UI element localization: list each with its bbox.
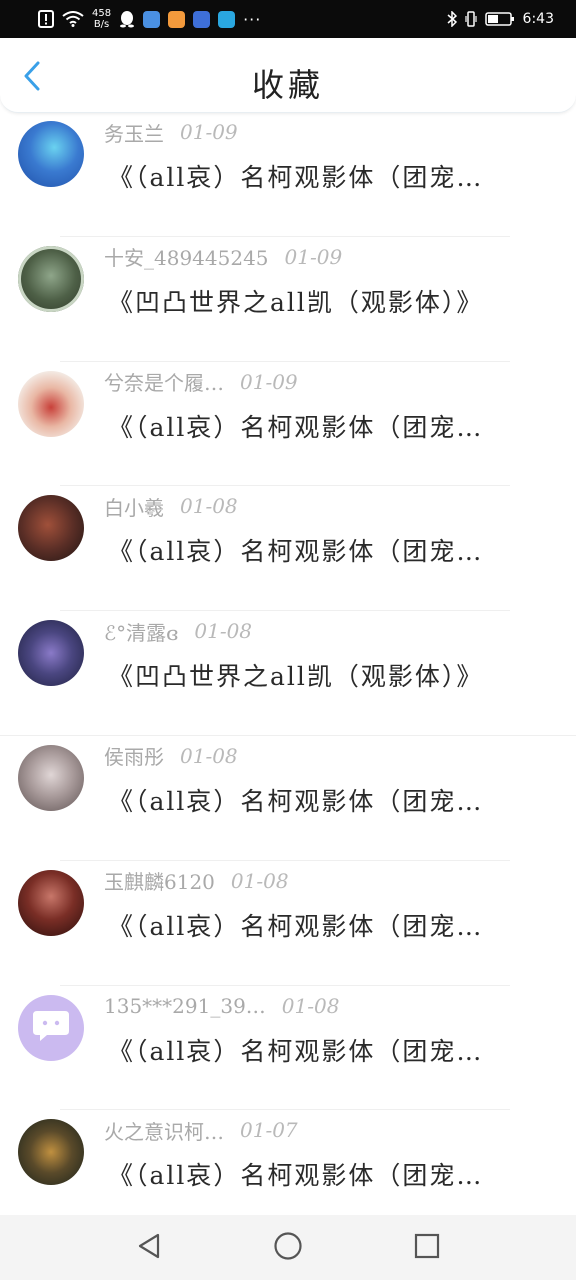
app-badge-4-icon (218, 10, 236, 28)
circle-home-icon (273, 1231, 303, 1265)
list-item[interactable]: 135***291_39… 01-08 《（all哀）名柯观影体（团宠… (0, 986, 576, 1111)
more-notifications: ··· (243, 9, 262, 29)
app-badge-3-icon (193, 10, 211, 28)
qq-icon (119, 10, 135, 28)
avatar[interactable] (18, 1119, 84, 1186)
item-date: 01-07 (240, 1118, 298, 1143)
chat-bubble-icon (31, 1009, 71, 1047)
item-title[interactable]: 《（all哀）名柯观影体（团宠… (108, 907, 538, 943)
avatar[interactable] (18, 994, 84, 1061)
wifi-icon (62, 11, 84, 27)
item-date: 01-09 (240, 369, 298, 394)
item-meta: 务玉兰 01-09 (104, 118, 238, 146)
list-item[interactable]: 兮奈是个履… 01-09 《（all哀）名柯观影体（团宠… (0, 362, 576, 487)
app-header: 收藏 (0, 38, 576, 113)
item-title[interactable]: 《（all哀）名柯观影体（团宠… (108, 782, 538, 818)
item-title[interactable]: 《（all哀）名柯观影体（团宠… (108, 158, 538, 194)
avatar[interactable] (18, 869, 84, 936)
bluetooth-icon (447, 11, 457, 27)
item-title[interactable]: 《（all哀）名柯观影体（团宠… (108, 532, 538, 568)
author-name[interactable]: 侯雨彤 (104, 741, 164, 770)
item-title[interactable]: 《凹凸世界之all凯（观影体）》 (108, 657, 538, 693)
square-recents-icon (414, 1233, 440, 1263)
item-date: 01-09 (284, 244, 343, 269)
status-right: 6:43 (447, 11, 554, 27)
author-name[interactable]: 兮奈是个履… (104, 367, 224, 396)
author-name[interactable]: 火之意识柯… (104, 1116, 224, 1145)
author-name[interactable]: 十安_489445245 (104, 242, 269, 271)
item-meta: 十安_489445245 01-09 (104, 243, 342, 271)
item-title[interactable]: 《（all哀）名柯观影体（团宠… (108, 1032, 538, 1068)
item-meta: ℰ°清露ɞ 01-08 (104, 617, 252, 645)
list-item[interactable]: ℰ°清露ɞ 01-08 《凹凸世界之all凯（观影体）》 (0, 611, 576, 736)
item-date: 01-08 (180, 743, 238, 768)
avatar[interactable] (18, 121, 84, 187)
avatar[interactable] (18, 495, 84, 562)
nav-back-button[interactable] (129, 1228, 169, 1268)
item-meta: 135***291_39… 01-08 (104, 992, 339, 1020)
item-title[interactable]: 《（all哀）名柯观影体（团宠… (108, 1156, 538, 1192)
item-date: 01-08 (230, 868, 289, 893)
avatar[interactable] (18, 620, 84, 687)
avatar[interactable] (18, 744, 84, 811)
network-speed: 458 B/s (92, 8, 112, 30)
status-left: 458 B/s ··· (38, 8, 261, 30)
author-name[interactable]: 135***291_39… (104, 994, 266, 1018)
author-name[interactable]: 务玉兰 (104, 118, 164, 147)
page-title: 收藏 (251, 66, 324, 104)
author-name[interactable]: 白小羲 (104, 492, 164, 521)
list-item[interactable]: 务玉兰 01-09 《（all哀）名柯观影体（团宠… (0, 112, 576, 237)
list-item[interactable]: 十安_489445245 01-09 《凹凸世界之all凯（观影体）》 (0, 237, 576, 362)
item-date: 01-09 (180, 120, 238, 144)
vibrate-icon (464, 11, 477, 27)
item-date: 01-08 (180, 494, 238, 519)
item-title[interactable]: 《凹凸世界之all凯（观影体）》 (108, 283, 538, 319)
list-item[interactable]: 玉麒麟6120 01-08 《（all哀）名柯观影体（团宠… (0, 861, 576, 986)
item-title[interactable]: 《（all哀）名柯观影体（团宠… (108, 408, 538, 444)
clock: 6:43 (522, 11, 554, 27)
nav-home-button[interactable] (268, 1228, 308, 1268)
nav-recents-button[interactable] (407, 1228, 447, 1268)
list-item[interactable]: 火之意识柯… 01-07 《（all哀）名柯观影体（团宠… (0, 1110, 576, 1215)
favorites-list: 务玉兰 01-09 《（all哀）名柯观影体（团宠… 十安_489445245 … (0, 112, 576, 1215)
app-badge-1-icon (143, 10, 161, 28)
item-date: 01-08 (194, 619, 253, 644)
list-item[interactable]: 白小羲 01-08 《（all哀）名柯观影体（团宠… (0, 486, 576, 612)
status-bar: 458 B/s ··· 6:43 (0, 0, 576, 38)
list-item[interactable]: 侯雨彤 01-08 《（all哀）名柯观影体（团宠… (0, 736, 576, 861)
item-date: 01-08 (281, 993, 340, 1018)
app-badge-2-icon (168, 10, 186, 28)
item-meta: 白小羲 01-08 (104, 492, 238, 520)
author-name[interactable]: ℰ°清露ɞ (104, 617, 178, 646)
triangle-back-icon (136, 1232, 162, 1264)
item-meta: 兮奈是个履… 01-09 (104, 368, 298, 396)
system-nav-bar (0, 1215, 576, 1280)
item-meta: 侯雨彤 01-08 (104, 742, 238, 770)
item-meta: 火之意识柯… 01-07 (104, 1116, 298, 1144)
author-name[interactable]: 玉麒麟6120 (104, 866, 215, 895)
alert-icon (38, 10, 54, 28)
avatar[interactable] (18, 370, 84, 437)
battery-icon (484, 11, 515, 27)
item-meta: 玉麒麟6120 01-08 (104, 867, 289, 895)
avatar[interactable] (18, 245, 84, 312)
